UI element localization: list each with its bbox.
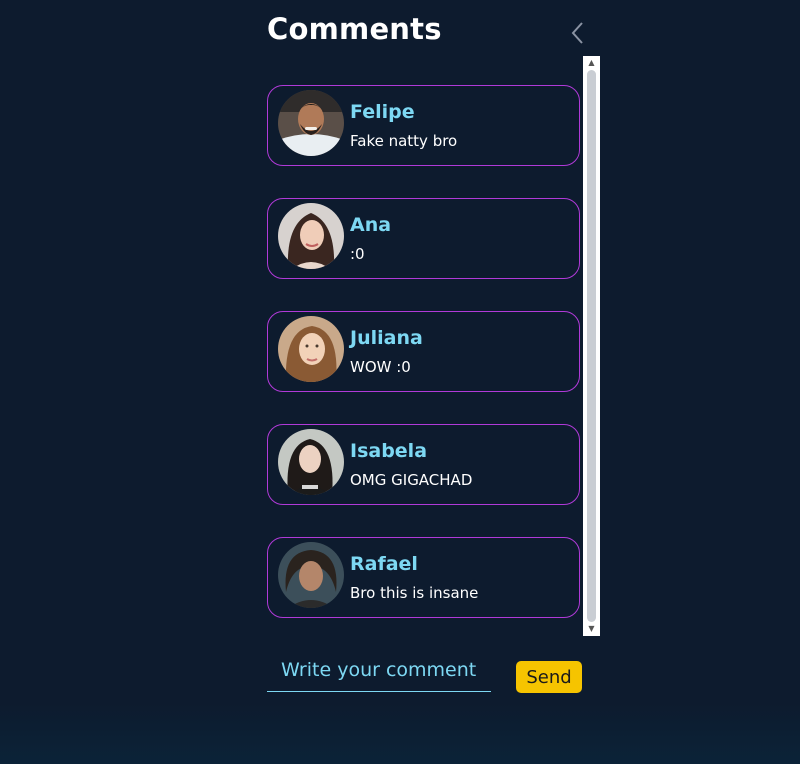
comment-text: :0 [350, 245, 365, 263]
comment-text: Bro this is insane [350, 584, 479, 602]
scroll-up-arrow-icon[interactable]: ▲ [583, 56, 600, 70]
scrollbar[interactable]: ▲ ▼ [583, 56, 600, 636]
avatar [278, 203, 344, 269]
avatar [278, 542, 344, 608]
comment-text: OMG GIGACHAD [350, 471, 473, 489]
comment-card: Isabela OMG GIGACHAD [267, 424, 580, 505]
comment-card: Juliana WOW :0 [267, 311, 580, 392]
scrollbar-thumb[interactable] [587, 70, 596, 622]
comment-author: Ana [350, 214, 392, 236]
comment-author: Felipe [350, 101, 415, 123]
comment-input[interactable] [267, 648, 491, 692]
comment-list: Felipe Fake natty bro Ana :0 Juliana WOW… [267, 56, 583, 636]
back-button[interactable] [567, 20, 589, 46]
page-title: Comments [267, 12, 442, 46]
comment-text: WOW :0 [350, 358, 411, 376]
chevron-left-icon [571, 22, 583, 44]
scroll-down-arrow-icon[interactable]: ▼ [583, 622, 600, 636]
avatar [278, 429, 344, 495]
comment-text: Fake natty bro [350, 132, 458, 150]
send-button[interactable]: Send [516, 661, 582, 693]
comment-author: Juliana [350, 327, 423, 349]
comment-card: Felipe Fake natty bro [267, 85, 580, 166]
comment-card: Ana :0 [267, 198, 580, 279]
comment-author: Isabela [350, 440, 428, 462]
comments-panel: Comments Felipe Fake natty bro Ana:0 Ju… [267, 0, 600, 764]
avatar [278, 90, 344, 156]
comment-card: Rafael Bro this is insane [267, 537, 580, 618]
avatar [278, 316, 344, 382]
comments-scroll-area[interactable]: Felipe Fake natty bro Ana :0 Juliana WOW… [267, 56, 600, 636]
comment-author: Rafael [350, 553, 418, 575]
